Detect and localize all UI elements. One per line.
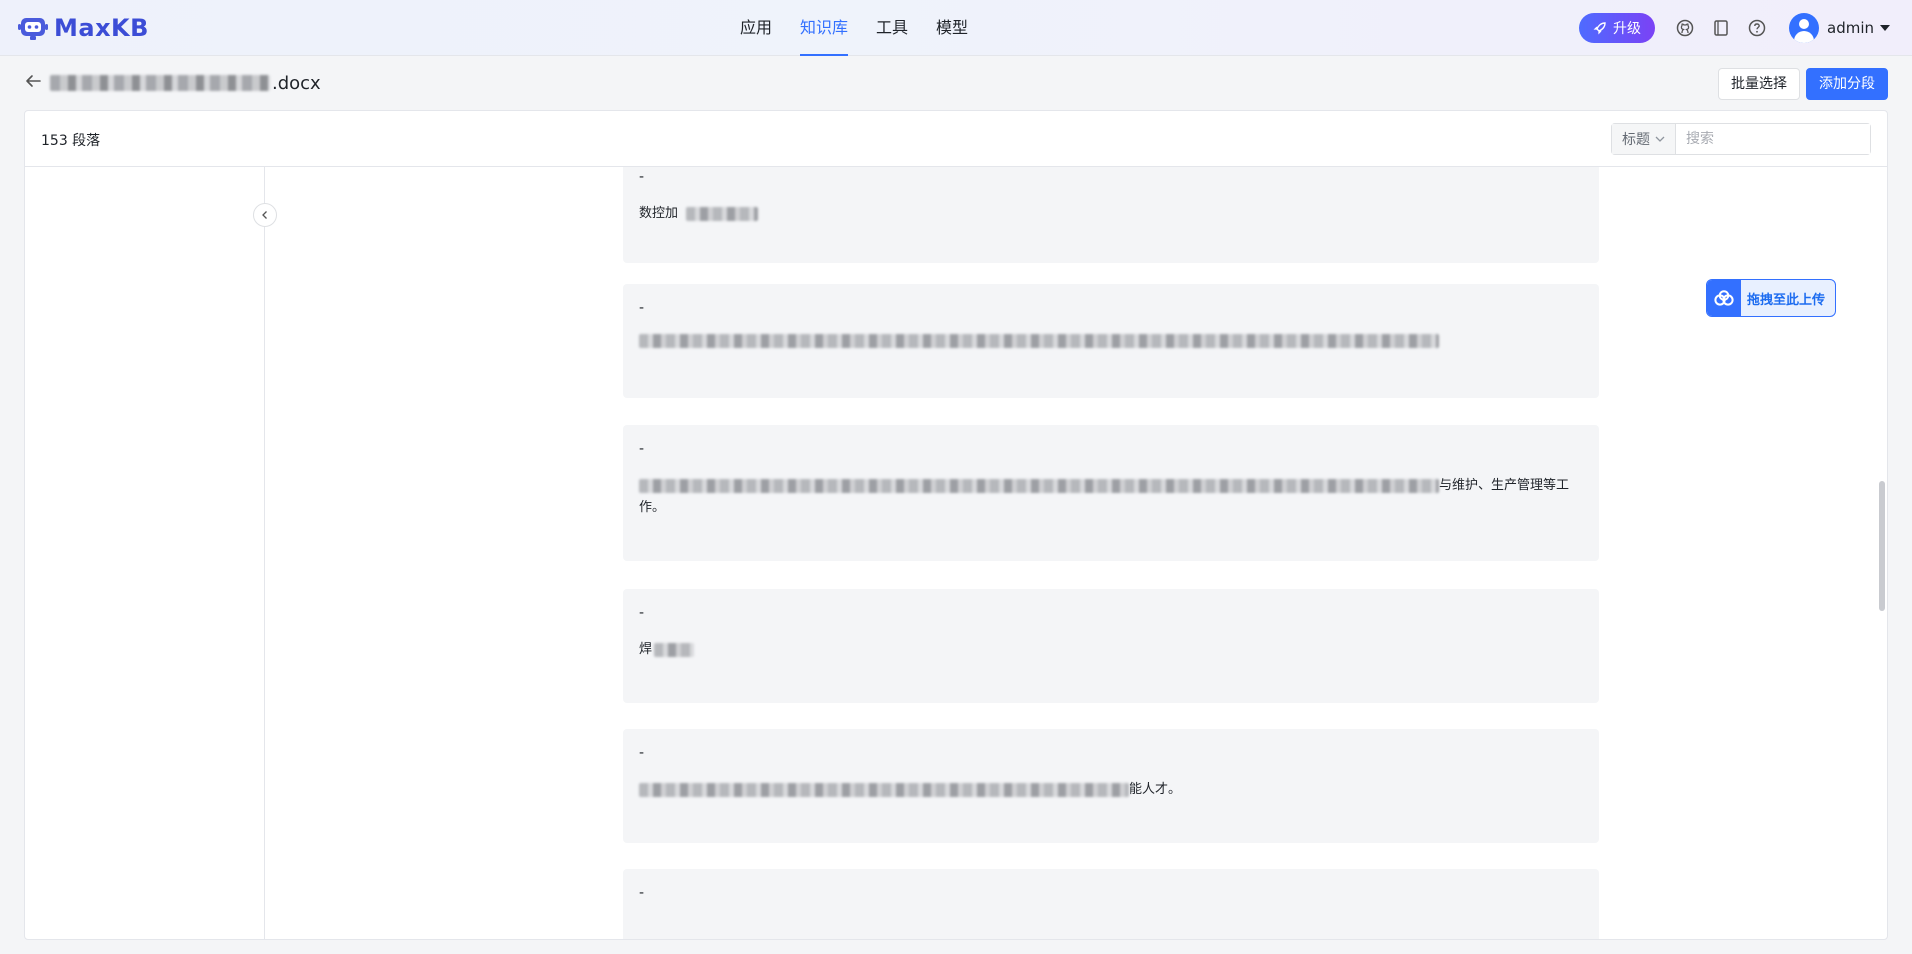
robot-logo-icon <box>18 18 48 40</box>
drag-upload-label: 拖拽至此上传 <box>1747 292 1826 308</box>
document-title: .docx <box>50 69 321 97</box>
segment-title: - <box>639 745 645 761</box>
segment-sidebar <box>25 167 265 939</box>
segment-card[interactable]: - 数控加 <box>623 167 1599 263</box>
segment-list: - 数控加 - - 与维护、生产管理等工 作。 - 焊 - 能人才。 - <box>266 167 1887 939</box>
book-icon[interactable] <box>1711 18 1731 38</box>
segment-title: - <box>639 441 645 457</box>
redacted-text <box>639 479 1439 493</box>
upgrade-button[interactable]: 升级 <box>1579 13 1655 43</box>
segment-content: 焊 <box>639 639 1583 661</box>
segment-card[interactable]: - 与维护、生产管理等工 作。 <box>623 425 1599 561</box>
segment-card[interactable]: - <box>623 869 1599 939</box>
logo-text: MaxKB <box>54 14 149 42</box>
segment-content: 能人才。 <box>639 779 1583 801</box>
segment-title: - <box>639 885 645 901</box>
search-field-value: 标题 <box>1622 132 1650 148</box>
search-field-select[interactable]: 标题 <box>1612 124 1676 154</box>
segment-text-line2: 作。 <box>639 500 666 515</box>
segment-title: - <box>639 169 645 185</box>
segment-content: 数控加 <box>639 203 1583 225</box>
upgrade-label: 升级 <box>1613 21 1641 37</box>
segment-card[interactable]: - 能人才。 <box>623 729 1599 843</box>
caret-down-icon[interactable] <box>1880 25 1890 31</box>
nav-item-models[interactable]: 模型 <box>936 0 968 56</box>
document-header: .docx 批量选择 添加分段 <box>0 57 1912 109</box>
nav-item-apps[interactable]: 应用 <box>740 0 772 56</box>
segments-panel: 153 段落 标题 - 数控加 - <box>24 110 1888 940</box>
help-icon[interactable] <box>1747 18 1767 38</box>
segment-text: 与维护、生产管理等工 <box>1439 478 1570 493</box>
logo[interactable]: MaxKB <box>18 12 149 44</box>
main-nav: 应用 知识库 工具 模型 <box>740 0 996 56</box>
document-extension: .docx <box>272 72 321 94</box>
redacted-text <box>686 207 759 221</box>
segment-content <box>639 334 1583 348</box>
collapse-sidebar-button[interactable] <box>253 203 277 227</box>
vertical-scrollbar[interactable] <box>1879 481 1885 611</box>
nav-item-knowledge[interactable]: 知识库 <box>800 0 849 56</box>
search-input[interactable] <box>1676 124 1870 154</box>
redacted-text <box>639 334 1439 348</box>
segment-title: - <box>639 605 645 621</box>
chevron-left-icon <box>262 211 267 219</box>
segment-card[interactable]: - 焊 <box>623 589 1599 703</box>
redacted-text <box>654 643 695 657</box>
batch-select-button[interactable]: 批量选择 <box>1718 68 1800 100</box>
chevron-down-icon <box>1655 136 1665 142</box>
header-tools: 升级 admin <box>1579 0 1890 56</box>
redacted-filename <box>50 75 270 91</box>
top-header: MaxKB 应用 知识库 工具 模型 升级 admin <box>0 0 1912 56</box>
panel-header: 153 段落 标题 <box>25 111 1887 167</box>
add-segment-button[interactable]: 添加分段 <box>1806 68 1888 100</box>
redacted-text <box>639 783 1129 797</box>
segment-count: 153 段落 <box>41 133 101 149</box>
back-arrow-icon[interactable] <box>24 71 42 96</box>
rocket-icon <box>1593 22 1606 35</box>
segment-title: - <box>639 300 645 316</box>
segment-text: 能人才。 <box>1129 782 1182 797</box>
nav-item-tools[interactable]: 工具 <box>876 0 908 56</box>
user-avatar[interactable] <box>1789 13 1819 43</box>
segment-content: 与维护、生产管理等工 作。 <box>639 475 1583 519</box>
segment-text: 数控加 <box>639 206 679 221</box>
search-bar: 标题 <box>1611 123 1871 155</box>
user-name[interactable]: admin <box>1827 19 1874 37</box>
segment-text: 焊 <box>639 642 653 657</box>
drag-upload-widget[interactable]: 拖拽至此上传 <box>1706 279 1836 317</box>
github-icon[interactable] <box>1675 18 1695 38</box>
segment-card[interactable]: - <box>623 284 1599 398</box>
cloud-icon <box>1707 280 1741 316</box>
